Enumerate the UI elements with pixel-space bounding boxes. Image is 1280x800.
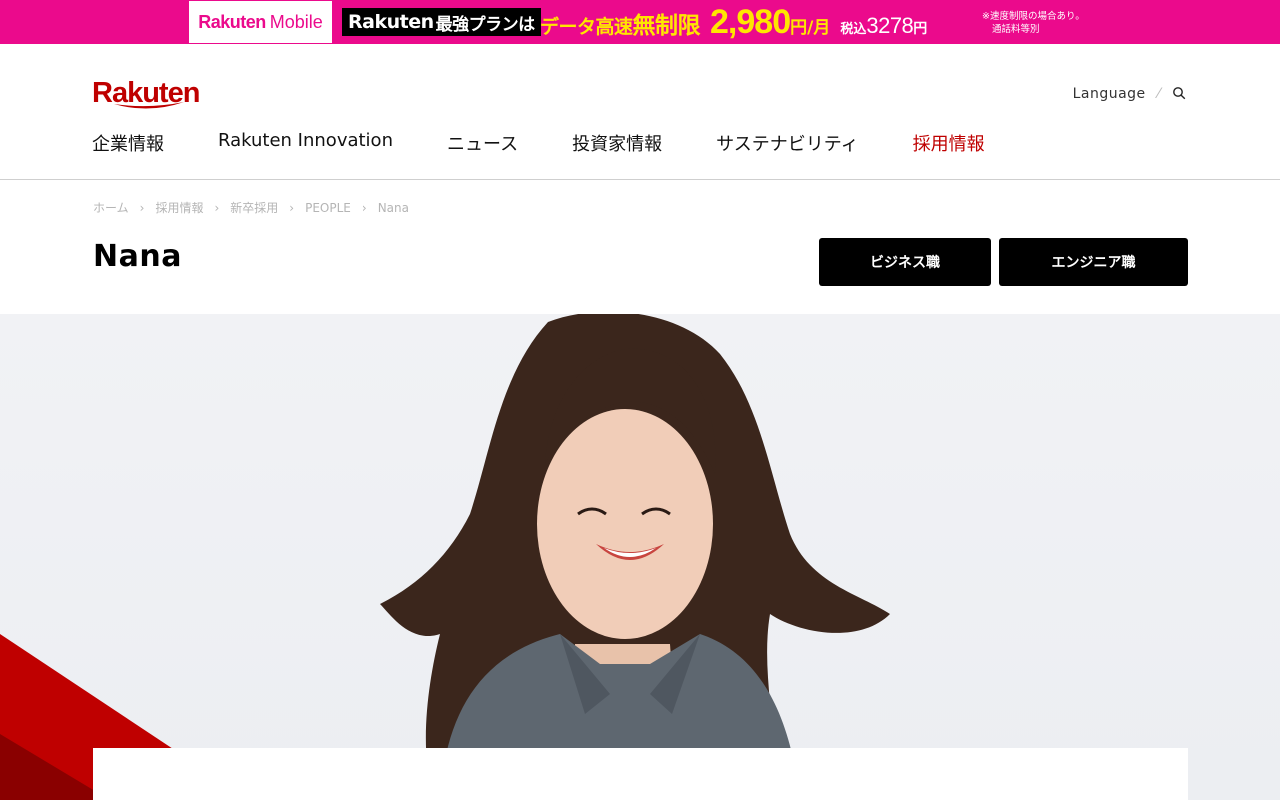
language-link[interactable]: Language — [1073, 86, 1146, 102]
promo-price-unit: 円/月 — [790, 18, 831, 38]
hero-section — [0, 314, 1280, 800]
nav-item-sustainability[interactable]: サステナビリティ — [716, 130, 859, 156]
divider-slash-icon: ⁄ — [1157, 86, 1160, 102]
promo-logo-product: Mobile — [269, 11, 323, 32]
hero-illustration — [0, 314, 890, 800]
rakuten-mobile-logo: Rakuten Mobile — [189, 1, 332, 43]
nav-item-investors[interactable]: 投資家情報 — [572, 130, 662, 156]
breadcrumb-new-grad[interactable]: 新卒採用 — [230, 199, 278, 216]
global-nav: 企業情報 Rakuten Innovation ニュース 投資家情報 サステナビ… — [92, 130, 1039, 156]
business-role-button[interactable]: ビジネス職 — [819, 238, 991, 286]
promo-tax-label: 税込 — [840, 22, 867, 37]
breadcrumb-careers[interactable]: 採用情報 — [155, 199, 203, 216]
promo-note-line1: ※速度制限の場合あり。 — [982, 11, 1085, 22]
promo-headline-part2: 無制限 — [632, 13, 701, 39]
breadcrumb: ホーム › 採用情報 › 新卒採用 › PEOPLE › Nana — [93, 199, 409, 216]
promo-plan-label: Rakuten 最強プランは — [342, 8, 541, 36]
engineer-role-button[interactable]: エンジニア職 — [999, 238, 1188, 286]
promo-logo-brand: Rakuten — [198, 11, 266, 32]
chevron-right-icon: › — [289, 200, 295, 215]
promo-banner[interactable]: Rakuten Mobile Rakuten 最強プランは データ高速 無制限 2… — [0, 0, 1280, 44]
promo-note: ※速度制限の場合あり。 通話料等別 — [982, 10, 1085, 36]
content-card — [93, 748, 1188, 800]
search-icon[interactable] — [1172, 86, 1188, 102]
promo-plan-brand: Rakuten — [348, 11, 434, 33]
utility-nav: Language ⁄ — [1073, 86, 1188, 102]
promo-tax-price: 3278 — [866, 13, 914, 38]
breadcrumb-home[interactable]: ホーム — [93, 199, 129, 216]
promo-note-line2: 通話料等別 — [992, 24, 1040, 35]
nav-item-innovation[interactable]: Rakuten Innovation — [218, 130, 393, 156]
chevron-right-icon: › — [214, 200, 220, 215]
logo-swoosh-icon — [114, 102, 184, 109]
nav-item-corporate[interactable]: 企業情報 — [92, 130, 164, 156]
page-title: Nana — [93, 239, 182, 274]
chevron-right-icon: › — [139, 200, 145, 215]
promo-plan-name: 最強プランは — [435, 14, 536, 35]
portrait-photo — [380, 314, 890, 800]
breadcrumb-people[interactable]: PEOPLE — [305, 201, 351, 215]
chevron-right-icon: › — [361, 200, 367, 215]
promo-headline-part1: データ高速 — [540, 16, 633, 38]
promo-price: 2,980 — [710, 3, 791, 41]
site-header: Rakuten Language ⁄ 企業情報 Rakuten Innovati… — [0, 44, 1280, 180]
nav-item-news[interactable]: ニュース — [447, 130, 518, 156]
promo-tax-unit: 円 — [913, 21, 928, 37]
breadcrumb-current: Nana — [377, 200, 409, 215]
promo-headline: データ高速 無制限 2,980 円/月 税込 3278 円 — [540, 4, 927, 40]
nav-item-careers[interactable]: 採用情報 — [913, 130, 985, 156]
